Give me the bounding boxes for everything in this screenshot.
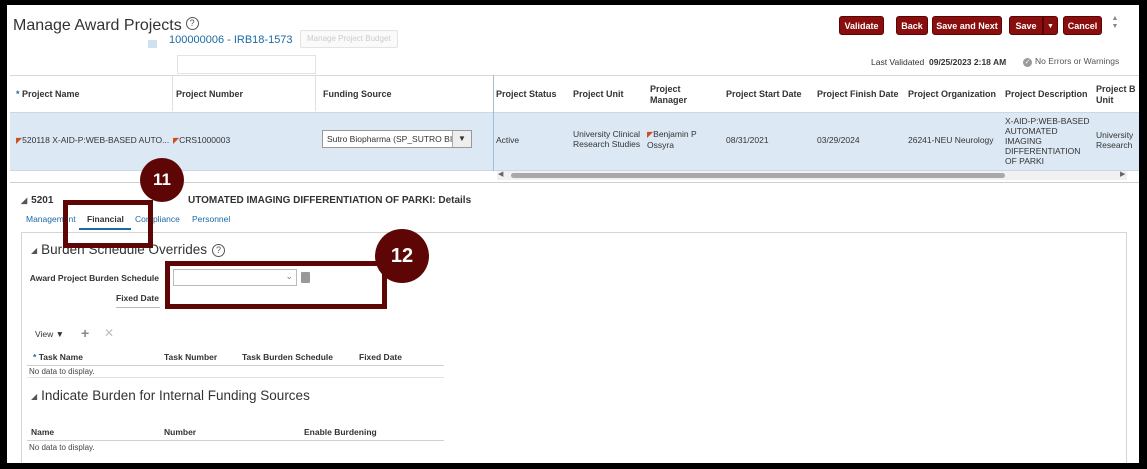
add-icon[interactable]: + <box>81 325 89 341</box>
collapse-icon[interactable]: ◢ <box>31 246 37 255</box>
col-task-burden-schedule[interactable]: Task Burden Schedule <box>242 352 333 363</box>
callout-12: 12 <box>375 229 429 283</box>
col-organization[interactable]: Project Organization <box>908 89 996 100</box>
chevron-down-icon[interactable]: ▼ <box>452 131 471 147</box>
internal-funding-title: ◢ Indicate Burden for Internal Funding So… <box>31 388 310 403</box>
small-square-icon <box>148 40 157 48</box>
cell-organization: 26241-NEU Neurology <box>908 135 994 145</box>
cell-project-number[interactable]: ◤CRS1000003 <box>173 135 230 146</box>
scrollbar-thumb[interactable] <box>511 173 1005 178</box>
cell-finish-date: 03/29/2024 <box>817 135 860 145</box>
col-business-unit[interactable]: Project B Unit <box>1096 84 1136 106</box>
help-icon[interactable]: ? <box>185 17 199 30</box>
col-project-name[interactable]: * Project Name <box>16 89 80 100</box>
view-menu[interactable]: View ▼ <box>35 329 64 339</box>
validate-button[interactable]: Validate <box>839 16 884 35</box>
check-icon: ✓ <box>1023 58 1032 67</box>
col-project-manager[interactable]: Project Manager <box>650 84 687 106</box>
collapse-icon[interactable]: ◢ <box>31 392 37 401</box>
save-button[interactable]: Save <box>1009 16 1043 35</box>
col-project-unit[interactable]: Project Unit <box>573 89 624 100</box>
scroll-right-icon[interactable]: ▶ <box>1120 170 1125 178</box>
faint-search-input[interactable] <box>177 55 316 74</box>
fixed-date-field[interactable] <box>116 307 160 308</box>
table-header-border <box>27 440 444 441</box>
fixed-date-label: Fixed Date <box>116 293 159 303</box>
no-data-message: No data to display. <box>29 367 95 376</box>
highlight-box-financial-tab <box>63 200 153 248</box>
col-separator <box>315 75 316 111</box>
callout-11: 11 <box>140 158 184 202</box>
back-button[interactable]: Back <box>896 16 928 35</box>
table-header-border <box>27 365 444 366</box>
tab-personnel[interactable]: Personnel <box>192 214 230 224</box>
cell-start-date: 08/31/2021 <box>726 135 769 145</box>
highlight-box-burden-schedule <box>165 261 387 309</box>
cell-project-name[interactable]: ◤520118 X-AID-P:WEB-BASED AUTO... <box>16 135 169 146</box>
cell-business-unit: University Research <box>1096 130 1134 150</box>
app-window: Manage Award Projects? 100000006 - IRB18… <box>7 5 1139 463</box>
col-description[interactable]: Project Description <box>1005 89 1088 100</box>
validation-status: ✓ No Errors or Warnings <box>1023 56 1120 67</box>
frozen-column-divider <box>493 75 494 171</box>
col-project-status[interactable]: Project Status <box>496 89 557 100</box>
col-name[interactable]: Name <box>31 427 54 438</box>
col-finish-date[interactable]: Project Finish Date <box>817 89 899 100</box>
save-dropdown-button[interactable]: ▼ <box>1043 16 1058 35</box>
cell-project-manager[interactable]: ◤Benjamin P Ossyra <box>647 129 697 150</box>
col-number[interactable]: Number <box>164 427 196 438</box>
details-title-suffix: UTOMATED IMAGING DIFFERENTIATION OF PARK… <box>188 195 472 206</box>
project-link[interactable]: 100000006 - IRB18-1573 <box>169 34 293 46</box>
table-bottom-border <box>27 377 444 378</box>
col-funding-source[interactable]: Funding Source <box>323 89 392 100</box>
delete-icon[interactable]: ✕ <box>104 326 114 340</box>
collapse-icon[interactable]: ◢ <box>21 196 27 205</box>
col-enable-burdening[interactable]: Enable Burdening <box>304 427 377 438</box>
no-data-message: No data to display. <box>29 443 95 452</box>
col-project-number[interactable]: Project Number <box>176 89 243 100</box>
save-and-next-button[interactable]: Save and Next <box>932 16 1002 35</box>
manage-project-budget-button[interactable]: Manage Project Budget <box>300 30 398 48</box>
col-start-date[interactable]: Project Start Date <box>726 89 802 100</box>
details-title: ◢ 5201 <box>21 195 54 206</box>
funding-source-select[interactable]: Sutro Biopharma (SP_SUTRO BIO ▼ <box>322 130 472 148</box>
scroll-left-icon[interactable]: ◀ <box>498 170 503 178</box>
grid-top-border <box>10 75 1139 76</box>
cell-project-unit: University Clinical Research Studies <box>573 129 641 149</box>
help-icon[interactable]: ? <box>212 243 225 257</box>
cell-status: Active <box>496 135 520 145</box>
cancel-button[interactable]: Cancel <box>1063 16 1102 35</box>
col-task-name[interactable]: * Task Name <box>33 352 83 363</box>
page-title: Manage Award Projects? <box>13 17 199 35</box>
col-separator <box>172 75 173 111</box>
scroll-arrows-icon[interactable]: ▲ ▼ <box>1110 15 1120 31</box>
burden-schedule-label: Award Project Burden Schedule <box>29 273 159 283</box>
col-task-number[interactable]: Task Number <box>164 352 217 363</box>
col-fixed-date[interactable]: Fixed Date <box>359 352 402 363</box>
cell-description: X-AID-P:WEB-BASED AUTOMATED IMAGING DIFFERE… <box>1005 116 1090 166</box>
last-validated: Last Validated 09/25/2023 2:18 AM <box>871 57 1007 67</box>
